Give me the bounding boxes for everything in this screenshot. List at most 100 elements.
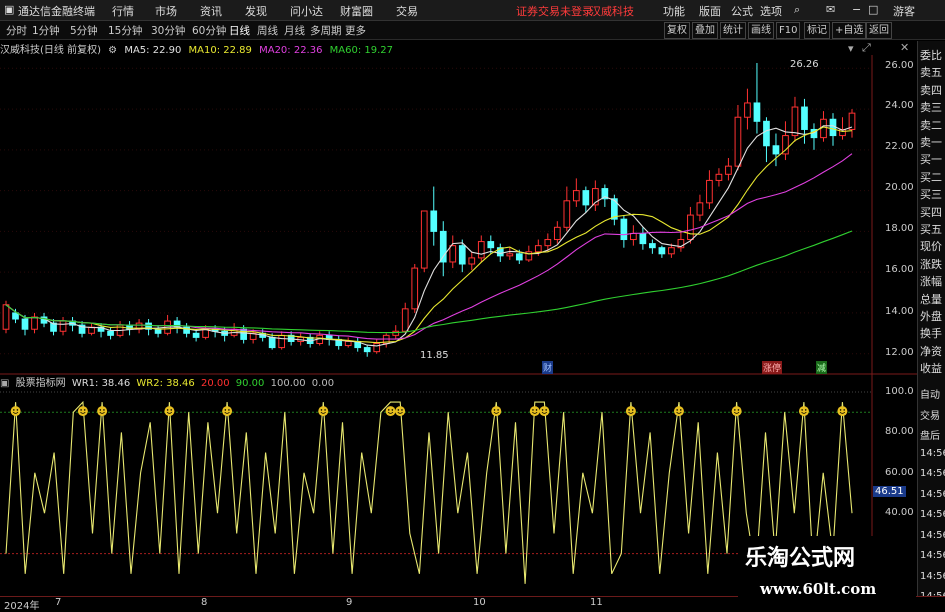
right-quote-panel: 委比 卖五 卖四 卖三 卖二 卖一 买一 买二 买三 买四 买五 现价 涨跌 涨幅 总量 外盘 换手 净资 收益 自动… [917, 41, 945, 609]
candle-body [458, 245, 466, 265]
quote-field-18: 收益 [920, 362, 942, 376]
candle-body [696, 202, 704, 216]
menu-gongneng[interactable]: 功能 [663, 3, 685, 19]
candle-body [715, 173, 723, 181]
candle-body [31, 316, 38, 330]
candle-body [744, 102, 751, 118]
btn-tongji[interactable]: 统计 [720, 22, 746, 39]
candle-body [725, 165, 732, 175]
candle-body [477, 241, 485, 259]
candle-body [268, 336, 276, 349]
candle-body [639, 232, 647, 245]
candle-body [763, 120, 770, 147]
smiley-signal-icon [385, 406, 396, 417]
price-tick-16: 16.00 [885, 264, 914, 275]
btn-diejia[interactable]: 叠加 [692, 22, 718, 39]
quote-field-1: 卖五 [920, 66, 942, 80]
menu-caifuquan[interactable]: 财富圈 [340, 3, 373, 19]
period-monthly[interactable]: 月线 [284, 23, 305, 38]
price-tick-12: 12.00 [885, 347, 914, 358]
btn-huaxian[interactable]: 画线 [748, 22, 774, 39]
menu-jiaoyi[interactable]: 交易 [396, 3, 418, 19]
price-tick-24: 24.00 [885, 100, 914, 111]
message-icon[interactable]: ✉ [826, 3, 835, 16]
ind-tick-80: 80.00 [885, 426, 914, 437]
ma20-line [5, 153, 853, 340]
btn-fuquan[interactable]: 复权 [664, 22, 690, 39]
app-logo-icon: ▣ [4, 3, 15, 16]
menu-shichang[interactable]: 市场 [155, 3, 177, 19]
menu-wenxiaoda[interactable]: 问小达 [290, 3, 323, 19]
candle-body [240, 328, 247, 340]
smiley-signal-icon [625, 406, 636, 417]
smiley-signal-icon [395, 406, 406, 417]
candle-body [534, 245, 542, 253]
menu-zixun[interactable]: 资讯 [200, 3, 222, 19]
menu-banmian[interactable]: 版面 [699, 3, 721, 19]
time-label-8: 8 [201, 597, 208, 608]
menu-xuanxiang[interactable]: 选项 [760, 3, 782, 19]
indicator-name[interactable]: 股票指标网 [16, 378, 66, 389]
menu-faxian[interactable]: 发现 [245, 3, 267, 19]
candle-body [515, 253, 523, 261]
smiley-signal-icon [837, 406, 848, 417]
indicator-icon[interactable]: ▣ [0, 378, 9, 389]
period-15min[interactable]: 15分钟 [108, 23, 142, 38]
candle-body [449, 245, 457, 263]
smiley-signal-icon [164, 406, 175, 417]
candle-body [430, 210, 438, 232]
search-icon[interactable]: ⌕ [794, 3, 800, 17]
marker-cai[interactable]: 财 [542, 361, 554, 374]
chart-area[interactable] [0, 41, 917, 596]
tick-time-7: 14:56 [920, 529, 945, 541]
menubar: ▣ 通达信金融终端 行情 市场 资讯 发现 问小达 财富圈 交易 证券交易未登录… [0, 0, 945, 21]
menu-gongshi[interactable]: 公式 [731, 3, 753, 19]
btn-fanhui[interactable]: 返回 [866, 22, 892, 39]
tick-time-8: 14:56 [920, 550, 945, 561]
candle-body [278, 334, 286, 349]
period-more[interactable]: 更多 [345, 23, 366, 38]
stock-name-header: 汉威科技 [590, 5, 634, 18]
candle-body [344, 340, 352, 347]
period-daily[interactable]: 日线 [229, 23, 250, 38]
wr2-label: WR2: 38.46 [136, 378, 195, 389]
btn-f10[interactable]: F10 [776, 22, 801, 39]
btn-zixuan[interactable]: +自选 [832, 22, 867, 39]
minimize-icon[interactable]: − [852, 3, 861, 16]
smiley-signal-icon [97, 406, 108, 417]
period-5min[interactable]: 5分钟 [70, 23, 98, 38]
period-multi[interactable]: 多周期 [310, 23, 342, 38]
maximize-icon[interactable]: □ [868, 3, 878, 16]
candle-body [582, 190, 590, 206]
quote-field-4: 卖二 [920, 118, 942, 132]
marker-jian[interactable]: 减 [816, 361, 828, 374]
candle-body [668, 247, 675, 255]
guest-label[interactable]: 游客 [893, 3, 915, 19]
period-30min[interactable]: 30分钟 [151, 23, 185, 38]
period-60min[interactable]: 60分钟 [192, 23, 226, 38]
candle-body [620, 218, 628, 241]
period-fenshi[interactable]: 分时 [6, 23, 27, 38]
btn-biaoji[interactable]: 标记 [804, 22, 830, 39]
candle-body [772, 145, 780, 155]
app-title: 通达信金融终端 [18, 5, 95, 18]
quote-field-5: 卖一 [920, 136, 942, 149]
candle-body [572, 190, 580, 202]
period-1min[interactable]: 1分钟 [32, 23, 60, 38]
login-notice[interactable]: 证券交易未登录 [516, 3, 593, 19]
quote-field-8: 买三 [920, 188, 942, 202]
watermark-url: www.60lt.com [760, 580, 877, 598]
price-tick-26: 26.00 [885, 60, 914, 71]
marker-zhangting[interactable]: 涨停 [762, 361, 783, 374]
period-weekly[interactable]: 周线 [257, 23, 278, 38]
quote-field-14: 总量 [920, 292, 942, 306]
quote-field-12: 涨跌 [920, 257, 942, 271]
level-0: 0.00 [311, 378, 335, 389]
candle-body [401, 308, 409, 332]
time-label-10: 10 [473, 597, 486, 608]
menu-hangqing[interactable]: 行情 [112, 3, 134, 19]
candle-body [363, 347, 371, 353]
candle-body [21, 318, 29, 330]
tick-time-0: 自动 [920, 390, 940, 401]
period-toolbar: 分时 1分钟 5分钟 15分钟 30分钟 60分钟 日线 周线 月线 多周期 更… [0, 21, 945, 40]
